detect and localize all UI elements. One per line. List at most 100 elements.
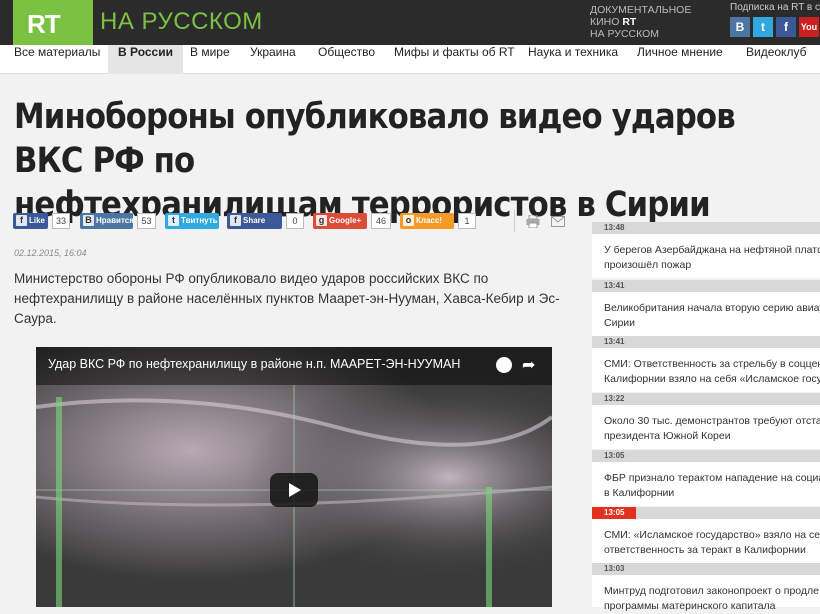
gplus-label: Google+ [329, 216, 362, 225]
email-icon[interactable] [551, 216, 565, 227]
nav-all[interactable]: Все материалы [0, 45, 114, 74]
youtube-icon[interactable]: You [799, 17, 819, 37]
news-time-bar: 13:05 [592, 450, 820, 462]
ok-label: Класс! [416, 216, 442, 225]
nav-videoclub[interactable]: Видеоклуб [746, 45, 806, 74]
news-feed: 13:48 У берегов Азербайджана на нефтяной… [592, 222, 820, 612]
news-text[interactable]: Минтруд подготовил законопроект о продле… [604, 584, 820, 614]
article-lead: Министерство обороны РФ опубликовало вид… [14, 271, 560, 326]
twitter-icon[interactable]: t [753, 17, 773, 37]
news-time-urgent: 13:05 [592, 507, 637, 519]
site-header: RT НА РУССКОМ ДОКУМЕНТАЛЬНОЕ КИНО RT НА … [0, 0, 820, 45]
documentary-rt: RT [622, 16, 637, 28]
news-time-bar: 13:41 [592, 280, 820, 292]
print-icon[interactable] [526, 215, 540, 228]
nav-ukraine[interactable]: Украина [250, 45, 296, 74]
news-item[interactable]: 13:41 СМИ: Ответственность за стрельбу в… [592, 336, 820, 392]
news-text[interactable]: СМИ: Ответственность за стрельбу в соцце… [604, 357, 820, 387]
watch-later-icon[interactable] [496, 357, 512, 373]
vk-icon: В [83, 215, 94, 226]
article-date: 02.12.2015, 16:04 [14, 248, 87, 258]
news-text-line: У берегов Азербайджана на нефтяной платф [604, 244, 820, 256]
news-item[interactable]: 13:05 ФБР признало терактом нападение на… [592, 450, 820, 506]
news-text[interactable]: У берегов Азербайджана на нефтяной платф… [604, 243, 820, 273]
news-time: 13:41 [604, 281, 625, 290]
news-time: 13:22 [604, 394, 625, 403]
video-share-icon[interactable]: ➦ [522, 355, 535, 374]
video-player[interactable]: Удар ВКС РФ по нефтехранилищу в районе н… [36, 347, 552, 607]
news-text[interactable]: Великобритания начала вторую серию авиау… [604, 301, 820, 331]
news-time-bar: 13:41 [592, 336, 820, 348]
ok-count: 1 [458, 213, 476, 229]
tweet-button[interactable]: t Твитнуть [165, 213, 219, 229]
main-nav: Все материалы В России В мире Украина Об… [0, 45, 820, 74]
gplus-count: 46 [371, 213, 391, 229]
news-time: 13:05 [604, 451, 625, 460]
news-text-line: СМИ: Ответственность за стрельбу в соцце… [604, 358, 820, 370]
documentary-link[interactable]: ДОКУМЕНТАЛЬНОЕ КИНО RT НА РУССКОМ [590, 4, 691, 40]
tweet-label: Твитнуть [181, 216, 218, 225]
news-text[interactable]: ФБР признало терактом нападение на социа… [604, 471, 820, 501]
fb-share-count: 0 [286, 213, 304, 229]
fb-like-button[interactable]: f Like [13, 213, 48, 229]
news-item-urgent[interactable]: 13:05 СМИ: «Исламское государство» взяло… [592, 507, 820, 563]
nav-society[interactable]: Общество [318, 45, 375, 74]
ok-button[interactable]: о Класс! [400, 213, 454, 229]
news-item[interactable]: 13:03 Минтруд подготовил законопроект о … [592, 563, 820, 612]
ok-icon: о [403, 215, 414, 226]
fb-share-button[interactable]: f Share [227, 213, 282, 229]
news-time: 13:41 [604, 337, 625, 346]
vk-like-label: Нравится [96, 216, 134, 225]
news-time-bar: 13:22 [592, 393, 820, 405]
news-time: 13:48 [604, 223, 625, 232]
divider [514, 210, 515, 232]
news-item[interactable]: 13:22 Около 30 тыс. демонстрантов требую… [592, 393, 820, 449]
facebook-icon: f [230, 215, 241, 226]
vk-like-count: 53 [137, 213, 156, 229]
video-title[interactable]: Удар ВКС РФ по нефтехранилищу в районе н… [48, 357, 460, 371]
documentary-line1: ДОКУМЕНТАЛЬНОЕ [590, 4, 692, 16]
news-text-line: СМИ: «Исламское государство» взяло на се… [604, 529, 820, 541]
logo-text: RT [27, 9, 61, 39]
facebook-icon: f [16, 215, 27, 226]
gplus-icon: g [316, 215, 327, 226]
news-text-line: в Калифорнии [604, 487, 675, 499]
gplus-button[interactable]: g Google+ [313, 213, 367, 229]
documentary-line3: НА РУССКОМ [590, 28, 660, 40]
nav-myths[interactable]: Мифы и факты об RT [394, 45, 515, 74]
facebook-icon[interactable]: f [776, 17, 796, 37]
vk-like-button[interactable]: В Нравится [80, 213, 134, 229]
brand-name[interactable]: НА РУССКОМ [100, 8, 263, 36]
fb-like-label: Like [29, 216, 46, 225]
news-text-line: Калифорнии взяло на себя «Исламское госу… [604, 373, 820, 385]
news-text-line: президента Южной Кореи [604, 430, 731, 442]
news-time-bar: 13:48 [592, 222, 820, 234]
news-text-line: Великобритания начала вторую серию авиау [604, 302, 820, 314]
nav-science[interactable]: Наука и техника [528, 45, 618, 74]
documentary-line2: КИНО [590, 16, 620, 28]
news-text-line: произошёл пожар [604, 259, 692, 271]
news-text-line: Сирии [604, 317, 636, 329]
news-text-line: ФБР признало терактом нападение на социа… [604, 472, 820, 484]
subscribe-label: Подписка на RT в с [730, 2, 820, 13]
nav-opinion[interactable]: Личное мнение [637, 45, 723, 74]
news-text[interactable]: СМИ: «Исламское государство» взяло на се… [604, 528, 820, 558]
nav-world[interactable]: В мире [190, 45, 230, 74]
fb-share-label: Share [243, 216, 266, 225]
news-item[interactable]: 13:48 У берегов Азербайджана на нефтяной… [592, 222, 820, 278]
vk-icon[interactable]: В [730, 17, 750, 37]
nav-russia[interactable]: В России [108, 45, 183, 74]
fb-like-count: 33 [52, 213, 70, 229]
news-text-line: Минтруд подготовил законопроект о продле [604, 585, 820, 597]
rt-logo[interactable]: RT [13, 0, 93, 45]
twitter-icon: t [168, 215, 179, 226]
news-text-line: ответственность за теракт в Калифорнии [604, 544, 806, 556]
article-title: Минобороны опубликовало видео ударов ВКС… [14, 95, 806, 227]
title-line1: Минобороны опубликовало видео ударов ВКС… [14, 97, 736, 181]
news-text[interactable]: Около 30 тыс. демонстрантов требуют отст… [604, 414, 820, 444]
news-text-line: Около 30 тыс. демонстрантов требуют отст… [604, 415, 820, 427]
news-item[interactable]: 13:41 Великобритания начала вторую серию… [592, 280, 820, 336]
play-button[interactable] [270, 473, 318, 507]
news-time-bar: 13:03 [592, 563, 820, 575]
news-time: 13:03 [604, 564, 625, 573]
